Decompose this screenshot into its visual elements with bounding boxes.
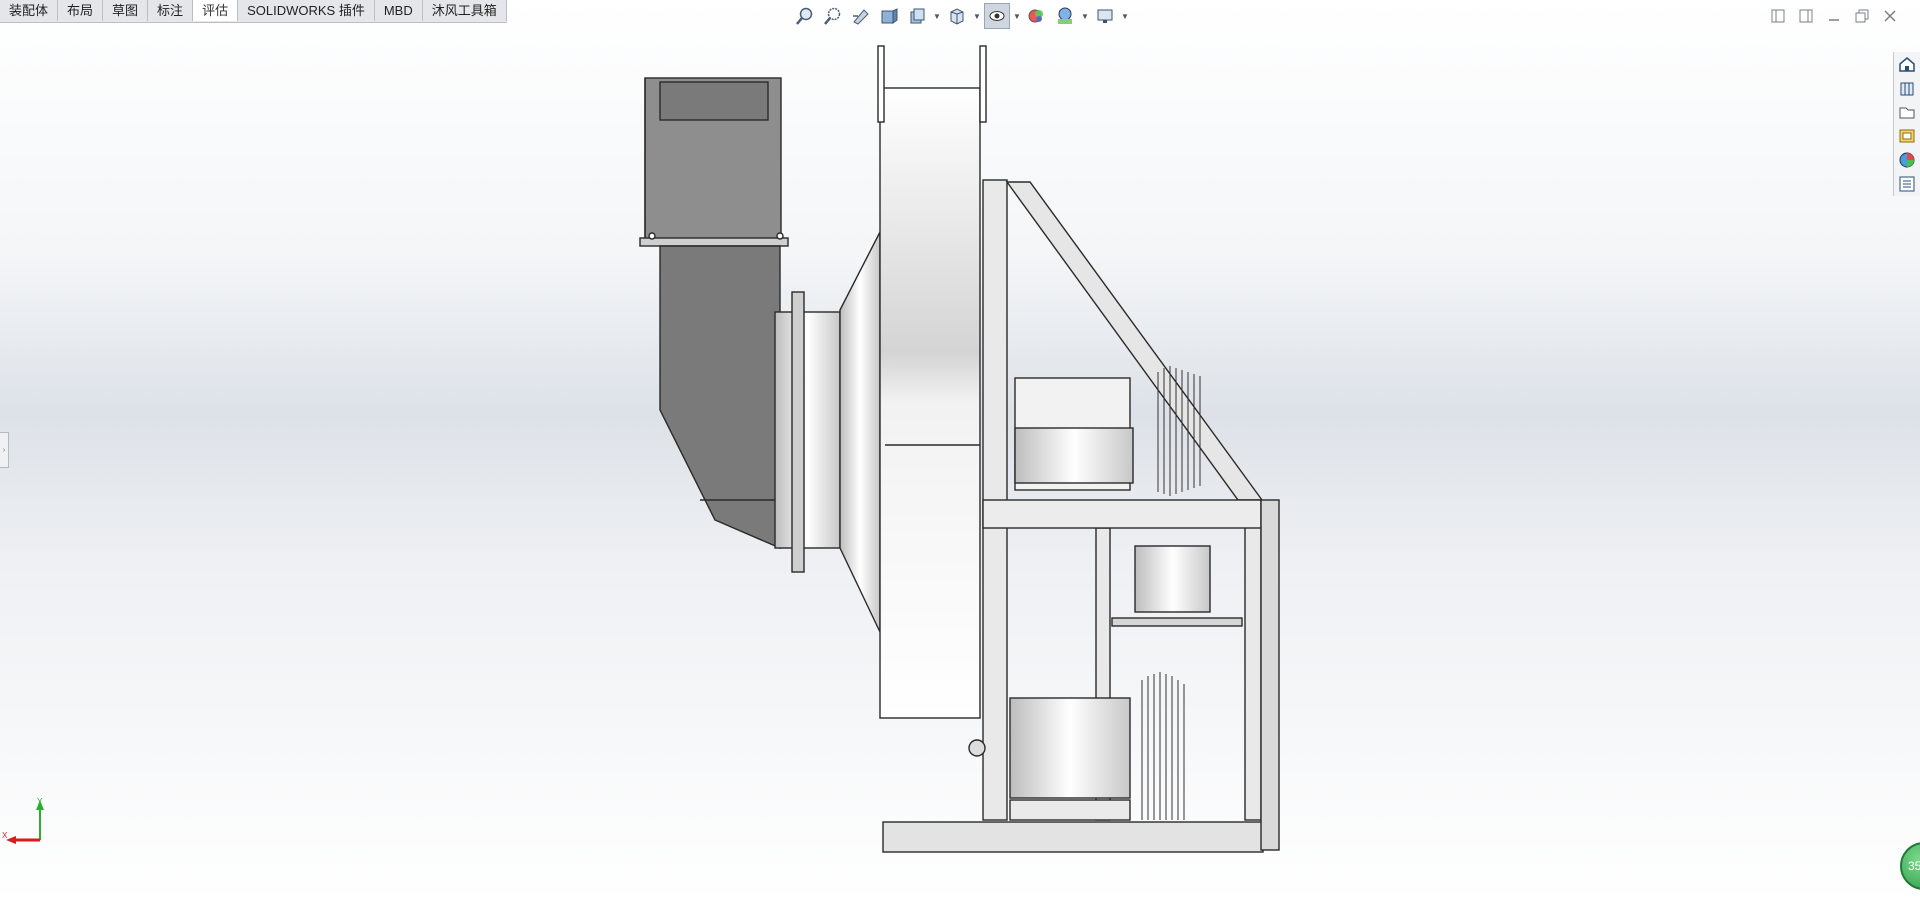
previous-view-icon[interactable] bbox=[848, 3, 874, 29]
hide-show-dropdown[interactable]: ▼ bbox=[1012, 3, 1022, 29]
tab-mufeng-toolbox[interactable]: 沐风工具箱 bbox=[422, 0, 507, 21]
tab-assembly[interactable]: 装配体 bbox=[0, 0, 59, 21]
edit-appearance-icon[interactable] bbox=[1024, 3, 1050, 29]
solidworks-resources-icon[interactable] bbox=[1894, 52, 1920, 76]
blower-fan-assembly-model bbox=[639, 45, 1280, 853]
view-palette-icon[interactable] bbox=[1894, 124, 1920, 148]
tile-left-icon[interactable] bbox=[1768, 6, 1788, 26]
file-explorer-icon[interactable] bbox=[1894, 100, 1920, 124]
feature-manager-expand-handle[interactable]: › bbox=[0, 432, 9, 468]
minimize-icon[interactable] bbox=[1824, 6, 1844, 26]
task-pane bbox=[1893, 52, 1920, 196]
tab-evaluate[interactable]: 评估 bbox=[193, 0, 239, 21]
view-orientation-dropdown[interactable]: ▼ bbox=[932, 3, 942, 29]
view-orientation-icon[interactable] bbox=[944, 3, 970, 29]
tab-mbd[interactable]: MBD bbox=[374, 0, 423, 21]
close-icon[interactable] bbox=[1880, 6, 1900, 26]
performance-badge[interactable]: 35 bbox=[1900, 842, 1920, 890]
axis-triad-icon: Y X bbox=[2, 797, 44, 844]
model-viewport[interactable] bbox=[620, 40, 1290, 865]
tab-solidworks-addins[interactable]: SOLIDWORKS 插件 bbox=[238, 0, 375, 21]
appearances-icon[interactable] bbox=[1894, 148, 1920, 172]
triad-y-label: Y bbox=[37, 797, 43, 806]
view-settings-dropdown[interactable]: ▼ bbox=[1120, 3, 1130, 29]
tile-right-icon[interactable] bbox=[1796, 6, 1816, 26]
tab-sketch[interactable]: 草图 bbox=[103, 0, 149, 21]
section-view-icon[interactable] bbox=[876, 3, 902, 29]
apply-scene-dropdown[interactable]: ▼ bbox=[1080, 3, 1090, 29]
command-manager-tabs: 装配体 布局 草图 标注 评估 SOLIDWORKS 插件 MBD 沐风工具箱 bbox=[0, 0, 507, 23]
triad-x-label: X bbox=[2, 831, 8, 840]
custom-properties-icon[interactable] bbox=[1894, 172, 1920, 196]
reference-triad: Y X bbox=[2, 796, 52, 851]
hide-show-items-icon[interactable] bbox=[984, 3, 1010, 29]
dynamic-annotation-icon[interactable] bbox=[904, 3, 930, 29]
zoom-to-area-icon[interactable] bbox=[820, 3, 846, 29]
restore-icon[interactable] bbox=[1852, 6, 1872, 26]
view-settings-icon[interactable] bbox=[1092, 3, 1118, 29]
window-controls bbox=[1768, 6, 1900, 26]
apply-scene-icon[interactable] bbox=[1052, 3, 1078, 29]
display-style-dropdown[interactable]: ▼ bbox=[972, 3, 982, 29]
tab-layout[interactable]: 布局 bbox=[58, 0, 104, 21]
tab-markup[interactable]: 标注 bbox=[148, 0, 194, 21]
zoom-to-fit-icon[interactable] bbox=[792, 3, 818, 29]
heads-up-view-toolbar: ▼ ▼ ▼ ▼ ▼ bbox=[792, 2, 1130, 30]
design-library-icon[interactable] bbox=[1894, 76, 1920, 100]
